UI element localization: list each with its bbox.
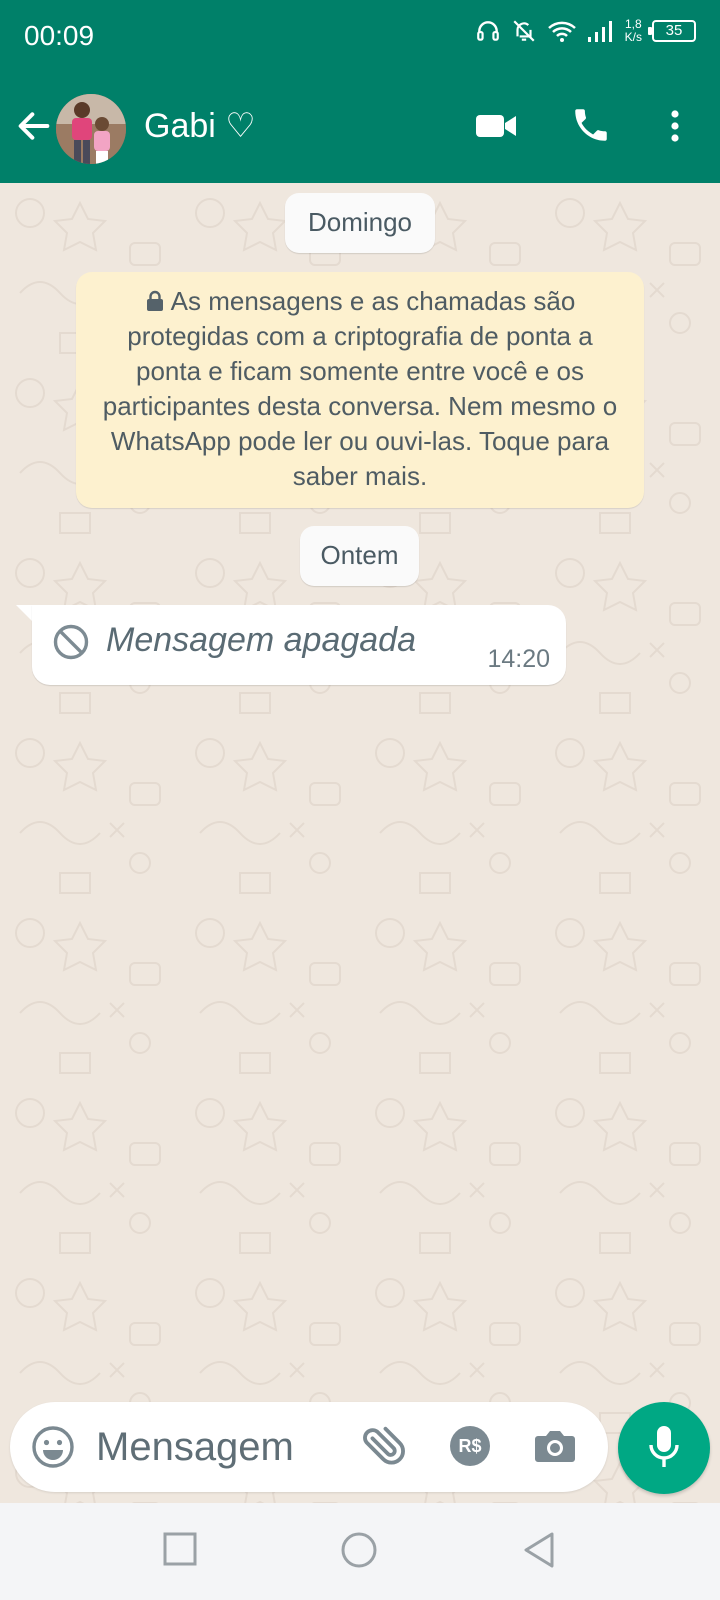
emoji-icon[interactable] (30, 1424, 76, 1470)
app-header: 00:09 1,8 K/s 35 Gabi ♡ (0, 0, 720, 183)
battery-icon: 35 (648, 20, 696, 42)
status-bar: 00:09 1,8 K/s 35 (0, 0, 720, 72)
status-icons: 1,8 K/s 35 (475, 18, 696, 44)
lock-icon (146, 290, 163, 311)
date-chip: Domingo (285, 193, 435, 253)
date-chip: Ontem (300, 526, 419, 586)
deleted-message-icon (53, 624, 89, 660)
message-bubble[interactable]: Mensagem apagada 14:20 (32, 605, 566, 685)
muted-bell-icon (513, 20, 535, 42)
chat-area[interactable]: Domingo As mensagens e as chamadas são p… (0, 183, 720, 1503)
headphones-icon (476, 21, 499, 41)
back-arrow-icon[interactable] (14, 106, 54, 146)
microphone-icon (649, 1426, 679, 1467)
attach-icon[interactable] (360, 1424, 406, 1470)
signal-icon (587, 21, 612, 42)
contact-name[interactable]: Gabi ♡ (144, 106, 256, 146)
back-nav-icon[interactable] (522, 1531, 556, 1569)
message-text: Mensagem apagada (106, 621, 417, 659)
status-time: 00:09 (24, 20, 95, 51)
network-speed: 1,8 K/s (625, 18, 642, 44)
payment-button[interactable]: R$ (450, 1426, 490, 1466)
chat-app-bar: Gabi ♡ (0, 88, 720, 168)
message-composer: R$ (10, 1402, 608, 1492)
avatar-photo (56, 94, 126, 164)
video-call-icon[interactable] (474, 106, 518, 146)
wifi-icon (547, 21, 576, 42)
phone-icon[interactable] (570, 104, 612, 146)
system-navigation-bar (0, 1503, 720, 1600)
message-time: 14:20 (487, 645, 550, 673)
recent-apps-icon[interactable] (162, 1531, 198, 1567)
message-input[interactable] (96, 1420, 346, 1474)
battery-level: 35 (665, 22, 683, 39)
encryption-notice[interactable]: As mensagens e as chamadas são protegida… (76, 272, 644, 508)
camera-icon[interactable] (532, 1424, 578, 1468)
avatar[interactable] (56, 94, 126, 164)
voice-record-button[interactable] (618, 1402, 710, 1494)
home-icon[interactable] (340, 1531, 378, 1569)
encryption-notice-text: As mensagens e as chamadas são protegida… (102, 286, 618, 491)
more-vert-icon[interactable] (660, 106, 690, 146)
network-speed-unit: K/s (624, 30, 642, 44)
